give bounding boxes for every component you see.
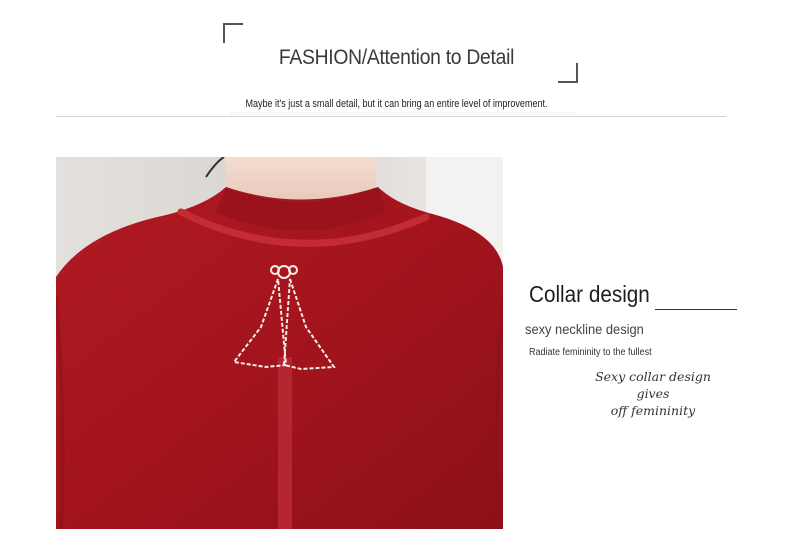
script-line-2: off femininity	[610, 403, 696, 418]
corner-bracket-top-left	[223, 23, 243, 43]
product-photo	[56, 157, 503, 529]
feature-heading: Collar design	[529, 281, 650, 307]
divider-shadow	[230, 112, 575, 118]
sweater-illustration	[56, 157, 503, 529]
script-line-1: Sexy collar design gives	[595, 369, 711, 401]
header-divider	[56, 116, 726, 117]
feature-caption: Radiate femininity to the fullest	[529, 347, 652, 358]
heading-underline	[655, 309, 737, 310]
section-subtitle: Maybe it's just a small detail, but it c…	[245, 98, 548, 110]
title-reflection	[345, 66, 455, 75]
script-tagline: Sexy collar design gives off femininity	[578, 368, 728, 419]
feature-subheading: sexy neckline design	[525, 321, 644, 337]
front-fuzzy-stripe	[278, 357, 292, 529]
